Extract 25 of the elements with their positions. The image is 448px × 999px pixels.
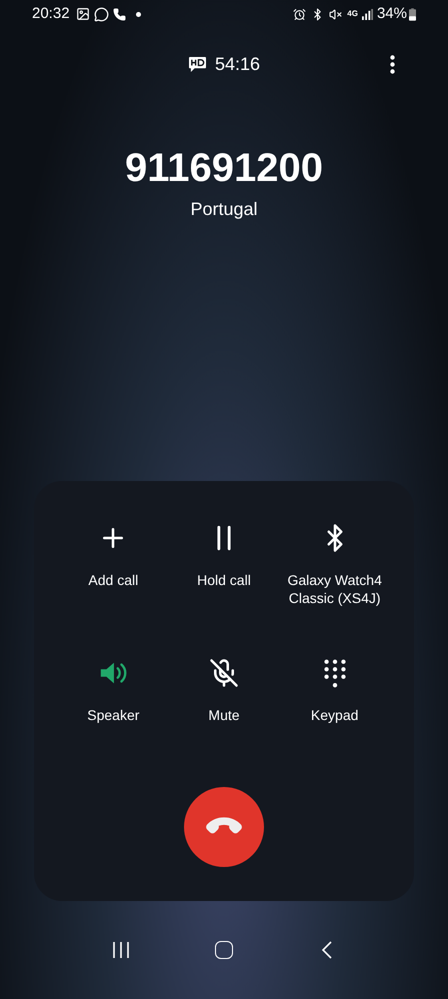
network-type: 4G: [347, 10, 358, 18]
battery-icon: [409, 8, 416, 20]
chat-icon: [94, 6, 109, 22]
gallery-icon: [76, 7, 90, 21]
call-option-button[interactable]: Speaker: [63, 658, 164, 724]
home-icon: [214, 941, 233, 959]
signal-icon: [362, 8, 373, 20]
clock-time: 20:32: [32, 4, 70, 24]
more-icon: [390, 54, 394, 74]
call-option-button[interactable]: Galaxy Watch4 Classic (XS4J): [284, 523, 385, 607]
call-option-button[interactable]: Hold call: [174, 523, 274, 589]
call-option-button[interactable]: Keypad: [284, 658, 385, 724]
phone-number: 911691200: [124, 145, 323, 192]
alarm-icon: [293, 8, 306, 20]
muted-microphone-icon: [208, 658, 239, 688]
phone-icon: [112, 8, 126, 20]
mute-icon: [329, 8, 342, 20]
call-duration: 54:16: [214, 52, 260, 76]
caller-location: Portugal: [190, 198, 258, 221]
call-option-button[interactable]: Add call: [63, 523, 164, 589]
recent-apps-icon: [111, 941, 132, 959]
back-icon: [320, 940, 333, 960]
call-option-button[interactable]: Mute: [174, 658, 274, 724]
hd-voice-icon: [188, 56, 207, 72]
battery-percent: 34%: [376, 4, 407, 24]
